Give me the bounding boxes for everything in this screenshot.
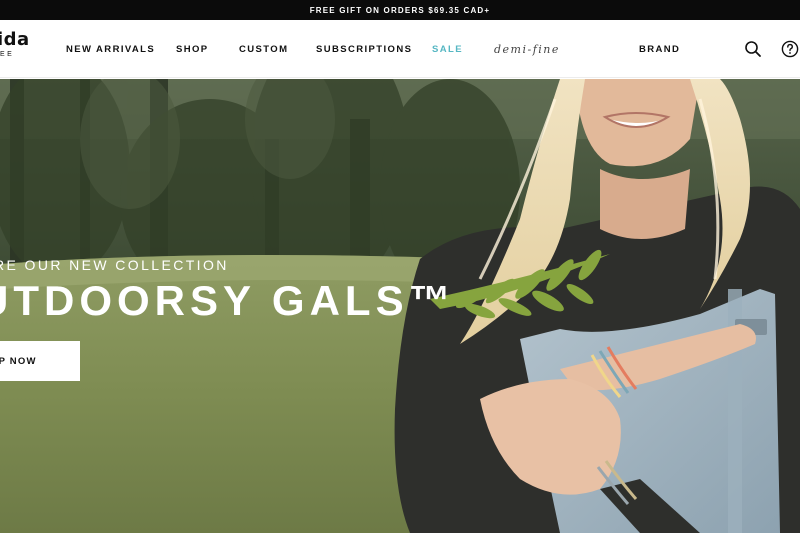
help-icon[interactable] [781,40,799,58]
nav-subscriptions[interactable]: SUBSCRIPTIONS [316,20,412,78]
nav-shop[interactable]: SHOP [176,20,209,78]
announcement-bar: FREE GIFT ON ORDERS $69.35 CAD+ [0,0,800,20]
logo-subtext: EE [0,51,15,58]
hero-eyebrow: RE OUR NEW COLLECTION [0,257,229,273]
site-header: ida EE NEW ARRIVALS SHOP CUSTOM SUBSCRIP… [0,20,800,78]
nav-custom[interactable]: CUSTOM [239,20,288,78]
nav-sale[interactable]: SALE [432,20,463,78]
nav-brand[interactable]: BRAND [639,20,680,78]
nav-demi-fine[interactable]: demi-fine [494,20,560,78]
shop-now-button[interactable]: OP NOW [0,341,80,381]
search-icon[interactable] [744,40,762,58]
announcement-text: FREE GIFT ON ORDERS $69.35 CAD+ [309,5,491,15]
logo-wordmark: ida [0,29,30,50]
logo[interactable]: ida EE [0,30,30,60]
shop-now-label: OP NOW [0,355,37,367]
hero-title: UTDOORSY GALS™ [0,277,456,324]
hero-banner: RE OUR NEW COLLECTION UTDOORSY GALS™ OP … [0,79,800,533]
nav-new-arrivals[interactable]: NEW ARRIVALS [66,20,155,78]
